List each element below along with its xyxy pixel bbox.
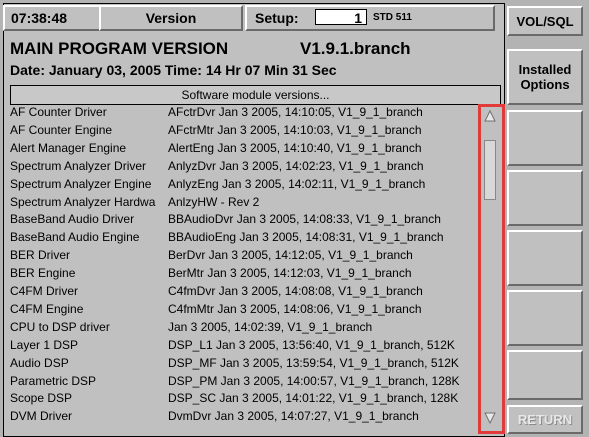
module-version-info: AnlzyHW - Rev 2	[168, 194, 260, 209]
module-version-info: DSP_MF Jan 3 2005, 13:59:54, V1_9_1_bran…	[168, 355, 459, 370]
module-version-info: BerDvr Jan 3 2005, 14:12:05, V1_9_1_bran…	[168, 248, 413, 263]
module-name: Spectrum Analyzer Hardwa	[10, 194, 156, 209]
module-name: Parametric DSP	[10, 373, 97, 388]
program-version: V1.9.1.branch	[300, 39, 411, 58]
setup-number-input[interactable]: 1	[315, 9, 367, 26]
module-name: C4FM Engine	[10, 301, 84, 316]
setup-field[interactable]: Setup: 1 STD 511	[245, 5, 495, 31]
page-title: MAIN PROGRAM VERSION	[10, 39, 229, 58]
status-bar: 07:38:48 Version Setup: 1 STD 511	[3, 5, 500, 31]
module-version-info: DSP_PM Jan 3 2005, 14:00:57, V1_9_1_bran…	[168, 373, 460, 388]
softkey-blank-3-button[interactable]	[507, 170, 583, 226]
module-name: AF Counter Engine	[10, 122, 113, 137]
module-name: Layer 1 DSP	[10, 337, 79, 352]
clock-display: 07:38:48	[3, 5, 103, 31]
list-header: Software module versions...	[10, 85, 501, 105]
module-version-list[interactable]: AF Counter Driver AFctrDvr Jan 3 2005, 14…	[10, 104, 480, 431]
module-name: CPU to DSP driver	[10, 319, 110, 334]
module-version-info: AnlyzDvr Jan 3 2005, 14:02:23, V1_9_1_br…	[168, 158, 424, 173]
module-name: Alert Manager Engine	[10, 140, 127, 155]
module-version-info: C4fmDvr Jan 3 2005, 14:08:08, V1_9_1_bra…	[168, 284, 423, 298]
module-name: BaseBand Audio Driver	[10, 212, 135, 227]
module-version-info: C4fmMtr Jan 3 2005, 14:08:06, V1_9_1_bra…	[168, 301, 422, 316]
setup-name: STD 511	[373, 12, 412, 23]
softkey-blank-6-button[interactable]	[507, 350, 583, 400]
scrollbar-highlight-box	[478, 104, 505, 434]
softkey-installed-options-button[interactable]: Installed Options	[507, 49, 583, 105]
module-name: AF Counter Driver	[10, 105, 107, 119]
module-version-info: AlertEng Jan 3 2005, 14:10:40, V1_9_1_br…	[168, 140, 422, 155]
module-version-info: AFctrDvr Jan 3 2005, 14:10:05, V1_9_1_br…	[168, 105, 423, 119]
module-version-info: BBAudioDvr Jan 3 2005, 14:08:33, V1_9_1_…	[168, 212, 441, 227]
module-version-info: DSP_SC Jan 3 2005, 14:01:22, V1_9_1_bran…	[168, 391, 459, 406]
module-name: BaseBand Audio Engine	[10, 230, 140, 245]
module-version-info: BBAudioEng Jan 3 2005, 14:08:31, V1_9_1_…	[168, 230, 444, 245]
softkey-return-button[interactable]: RETURN	[507, 405, 583, 434]
softkey-blank-2-button[interactable]	[507, 110, 583, 166]
setup-label: Setup:	[255, 10, 299, 26]
module-name: C4FM Driver	[10, 284, 78, 298]
softkey-blank-4-button[interactable]	[507, 230, 583, 286]
module-version-info: DSP_L1 Jan 3 2005, 13:56:40, V1_9_1_bran…	[168, 337, 455, 352]
module-version-info: DvmDvr Jan 3 2005, 14:07:27, V1_9_1_bran…	[168, 409, 419, 424]
module-name: Spectrum Analyzer Driver	[10, 158, 147, 173]
module-name: DVM Driver	[10, 409, 72, 424]
softkey-blank-5-button[interactable]	[507, 290, 583, 346]
module-version-info: AnlyzEng Jan 3 2005, 14:02:11, V1_9_1_br…	[168, 176, 426, 191]
module-version-info: AFctrMtr Jan 3 2005, 14:10:03, V1_9_1_br…	[168, 122, 422, 137]
module-name: Audio DSP	[10, 355, 69, 370]
softkey-vol-sql-button[interactable]: VOL/SQL	[507, 6, 583, 36]
version-tab[interactable]: Version	[99, 5, 243, 31]
module-version-info: BerMtr Jan 3 2005, 14:12:03, V1_9_1_bran…	[168, 266, 412, 281]
module-name: Scope DSP	[10, 391, 73, 406]
module-version-info: Jan 3 2005, 14:02:39, V1_9_1_branch	[168, 319, 373, 334]
build-date: Date: January 03, 2005 Time: 14 Hr 07 Mi…	[10, 62, 337, 78]
module-name: BER Engine	[10, 266, 76, 281]
softkey-column: VOL/SQL Installed Options RETURN	[504, 0, 589, 437]
module-name: BER Driver	[10, 248, 71, 263]
module-name: Spectrum Analyzer Engine	[10, 176, 152, 191]
